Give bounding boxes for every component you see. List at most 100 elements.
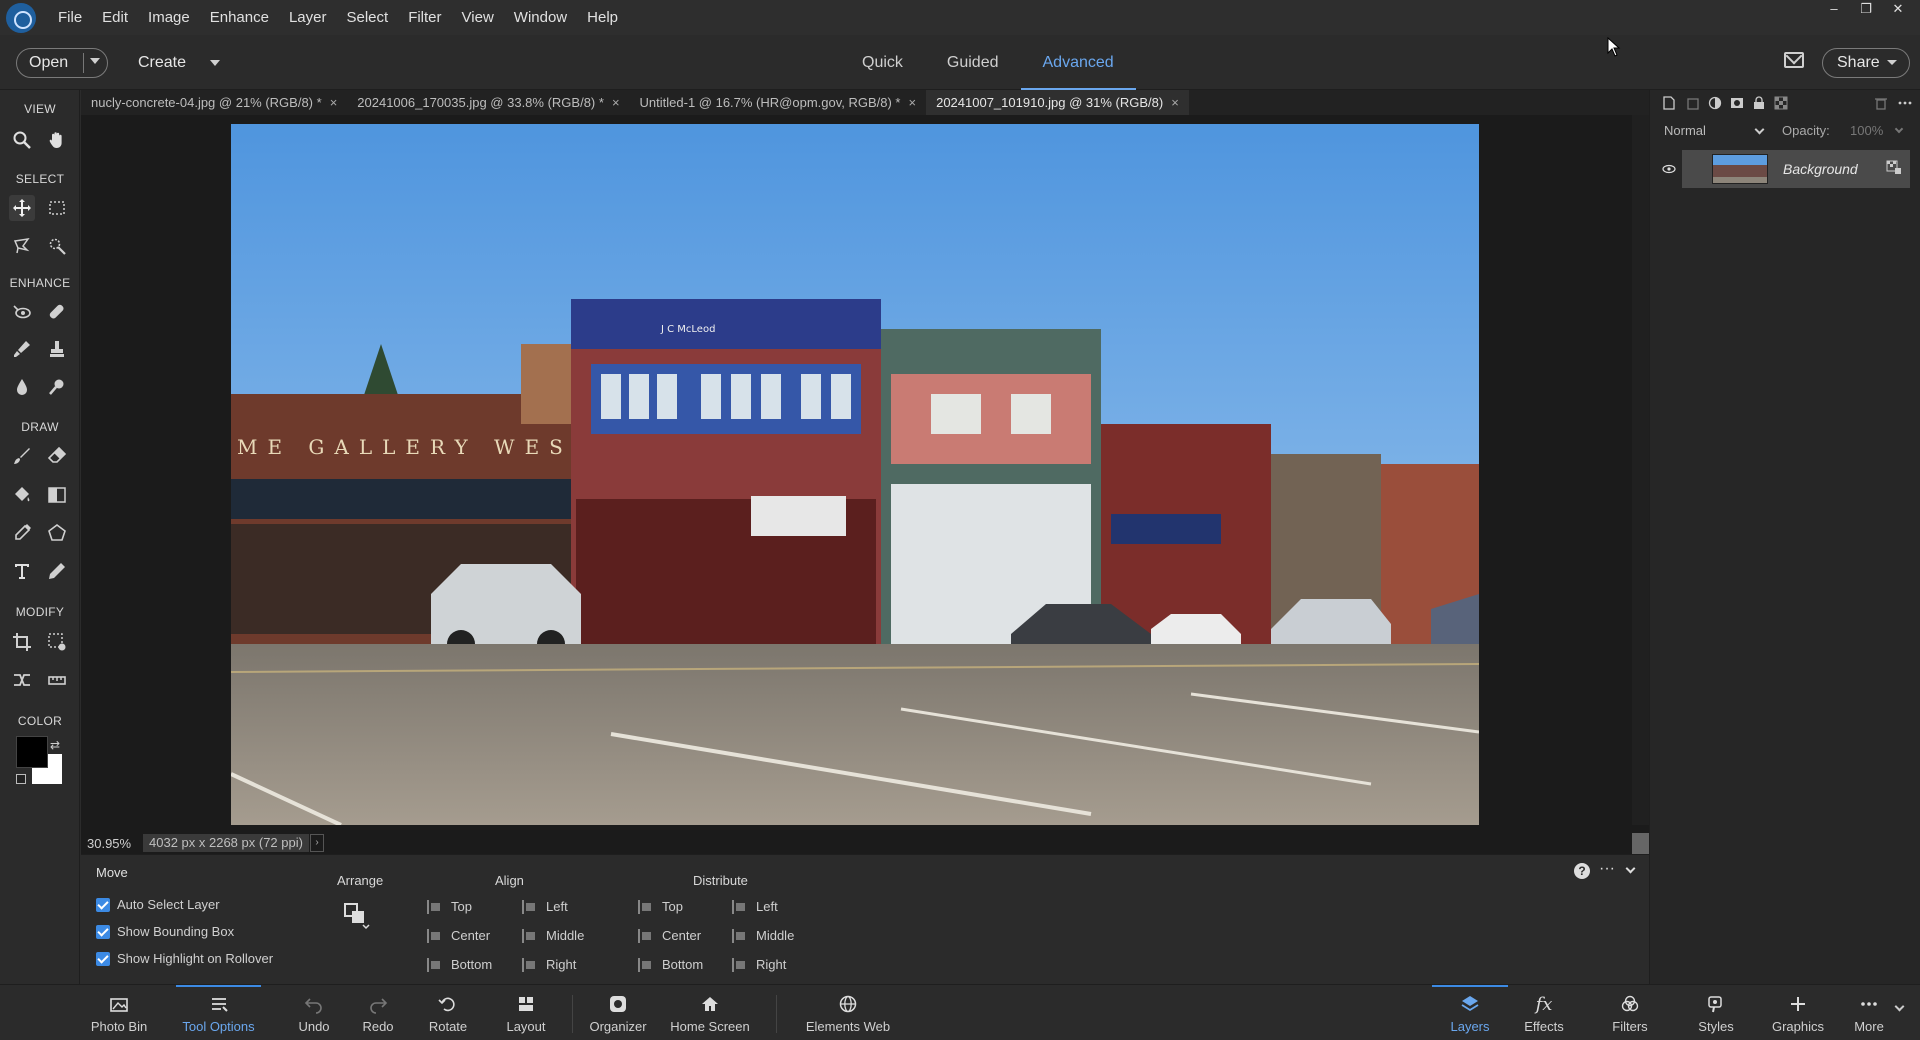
show-bounding-box-checkbox[interactable]: Show Bounding Box xyxy=(96,924,234,939)
vertical-scrollbar[interactable] xyxy=(1632,115,1649,825)
distribute-right-button[interactable]: Right xyxy=(732,957,786,972)
move-tool-icon[interactable] xyxy=(9,195,35,221)
filters-button[interactable]: Filters xyxy=(1594,985,1666,1040)
smart-brush-tool-icon[interactable] xyxy=(9,336,35,362)
type-tool-icon[interactable] xyxy=(9,558,35,584)
open-dropdown-icon[interactable] xyxy=(90,58,100,64)
doc-tab[interactable]: 20241006_170035.jpg @ 33.8% (RGB/8) * × xyxy=(347,90,629,115)
close-tab-icon[interactable]: × xyxy=(909,90,917,115)
eyedropper-tool-icon[interactable] xyxy=(9,520,35,546)
menu-view[interactable]: View xyxy=(452,0,504,35)
layer-mask-icon[interactable] xyxy=(1730,96,1744,110)
menu-enhance[interactable]: Enhance xyxy=(200,0,279,35)
align-top-button[interactable]: Top xyxy=(427,899,472,914)
create-button[interactable]: Create xyxy=(138,48,221,78)
scrollbar-thumb[interactable] xyxy=(1632,833,1649,854)
layer-row-background[interactable]: Background xyxy=(1682,150,1910,188)
brush-tool-icon[interactable] xyxy=(9,443,35,469)
menu-filter[interactable]: Filter xyxy=(398,0,451,35)
menu-window[interactable]: Window xyxy=(504,0,577,35)
tool-options-button[interactable]: Tool Options xyxy=(176,985,261,1040)
quick-selection-tool-icon[interactable] xyxy=(44,233,70,259)
show-highlight-checkbox[interactable]: Show Highlight on Rollover xyxy=(96,951,273,966)
swap-colors-icon[interactable]: ⇄ xyxy=(50,738,60,752)
visibility-eye-icon[interactable] xyxy=(1662,163,1676,177)
distribute-bottom-button[interactable]: Bottom xyxy=(638,957,703,972)
collapse-chevron-icon[interactable] xyxy=(1625,863,1636,874)
layout-button[interactable]: Layout xyxy=(500,985,552,1040)
doc-tab-active[interactable]: 20241007_101910.jpg @ 31% (RGB/8) × xyxy=(926,90,1189,115)
sponge-tool-icon[interactable] xyxy=(44,374,70,400)
chevron-down-icon[interactable] xyxy=(1754,124,1765,135)
menu-image[interactable]: Image xyxy=(138,0,200,35)
gradient-tool-icon[interactable] xyxy=(44,482,70,508)
undo-button[interactable]: Undo xyxy=(290,985,338,1040)
distribute-left-button[interactable]: Left xyxy=(732,899,778,914)
minimize-button[interactable]: – xyxy=(1820,0,1848,20)
red-eye-tool-icon[interactable] xyxy=(9,299,35,325)
menu-help[interactable]: Help xyxy=(577,0,628,35)
doc-tab[interactable]: Untitled-1 @ 16.7% (HR@opm.gov, RGB/8) *… xyxy=(630,90,927,115)
open-button[interactable]: Open xyxy=(16,48,108,78)
tab-advanced[interactable]: Advanced xyxy=(1020,35,1136,90)
styles-button[interactable]: Styles xyxy=(1686,985,1746,1040)
redo-button[interactable]: Redo xyxy=(354,985,402,1040)
foreground-color-swatch[interactable] xyxy=(16,736,48,768)
default-colors-icon[interactable] xyxy=(16,774,26,784)
spot-healing-tool-icon[interactable] xyxy=(44,299,70,325)
home-screen-button[interactable]: Home Screen xyxy=(664,985,756,1040)
close-tab-icon[interactable]: × xyxy=(330,90,338,115)
distribute-top-button[interactable]: Top xyxy=(638,899,683,914)
new-layer-icon[interactable] xyxy=(1662,96,1676,110)
tab-guided[interactable]: Guided xyxy=(925,35,1021,90)
menu-select[interactable]: Select xyxy=(336,0,398,35)
blur-tool-icon[interactable] xyxy=(9,374,35,400)
chevron-down-icon[interactable] xyxy=(1894,1001,1905,1012)
pencil-tool-icon[interactable] xyxy=(44,558,70,584)
lock-transparency-icon[interactable] xyxy=(1774,96,1788,110)
distribute-center-button[interactable]: Center xyxy=(638,928,701,943)
layer-name[interactable]: Background xyxy=(1783,161,1858,177)
image-canvas[interactable]: ME GALLERY WEST J C McLeod xyxy=(231,124,1479,825)
more-options-icon[interactable]: ··· xyxy=(1599,860,1615,878)
paint-bucket-tool-icon[interactable] xyxy=(9,482,35,508)
status-expand-icon[interactable]: › xyxy=(310,834,324,852)
eraser-tool-icon[interactable] xyxy=(44,443,70,469)
photo-bin-button[interactable]: Photo Bin xyxy=(82,985,156,1040)
more-icon[interactable] xyxy=(1898,96,1912,110)
opacity-input[interactable]: 100% xyxy=(1850,123,1883,138)
recompose-tool-icon[interactable] xyxy=(44,629,70,655)
close-button[interactable]: ✕ xyxy=(1884,0,1912,20)
elements-web-button[interactable]: Elements Web xyxy=(800,985,896,1040)
distribute-middle-button[interactable]: Middle xyxy=(732,928,794,943)
share-button[interactable]: Share xyxy=(1822,48,1910,78)
align-right-button[interactable]: Right xyxy=(522,957,576,972)
align-middle-button[interactable]: Middle xyxy=(522,928,584,943)
hand-tool-icon[interactable] xyxy=(44,127,70,153)
help-icon[interactable]: ? xyxy=(1574,863,1590,879)
organizer-button[interactable]: Organizer xyxy=(584,985,652,1040)
marquee-tool-icon[interactable] xyxy=(44,195,70,221)
effects-button[interactable]: fx Effects xyxy=(1514,985,1574,1040)
tab-quick[interactable]: Quick xyxy=(840,35,925,90)
new-group-icon[interactable] xyxy=(1686,96,1700,110)
zoom-tool-icon[interactable] xyxy=(9,127,35,153)
arrange-icon[interactable] xyxy=(343,902,371,930)
doc-tab[interactable]: nucly-concrete-04.jpg @ 21% (RGB/8) * × xyxy=(81,90,347,115)
clone-stamp-tool-icon[interactable] xyxy=(44,336,70,362)
content-aware-move-tool-icon[interactable] xyxy=(9,667,35,693)
layers-button[interactable]: Layers xyxy=(1432,985,1508,1040)
auto-select-layer-checkbox[interactable]: Auto Select Layer xyxy=(96,897,220,912)
menu-edit[interactable]: Edit xyxy=(92,0,138,35)
checkbox-checked-icon[interactable] xyxy=(96,951,110,966)
mail-icon[interactable] xyxy=(1784,52,1804,68)
align-left-button[interactable]: Left xyxy=(522,899,568,914)
chevron-down-icon[interactable] xyxy=(1894,124,1904,134)
straighten-tool-icon[interactable] xyxy=(44,667,70,693)
checkbox-checked-icon[interactable] xyxy=(96,924,110,939)
align-bottom-button[interactable]: Bottom xyxy=(427,957,492,972)
more-button[interactable]: More xyxy=(1846,985,1892,1040)
restore-button[interactable]: ❐ xyxy=(1852,0,1880,20)
graphics-button[interactable]: Graphics xyxy=(1764,985,1832,1040)
crop-tool-icon[interactable] xyxy=(9,629,35,655)
